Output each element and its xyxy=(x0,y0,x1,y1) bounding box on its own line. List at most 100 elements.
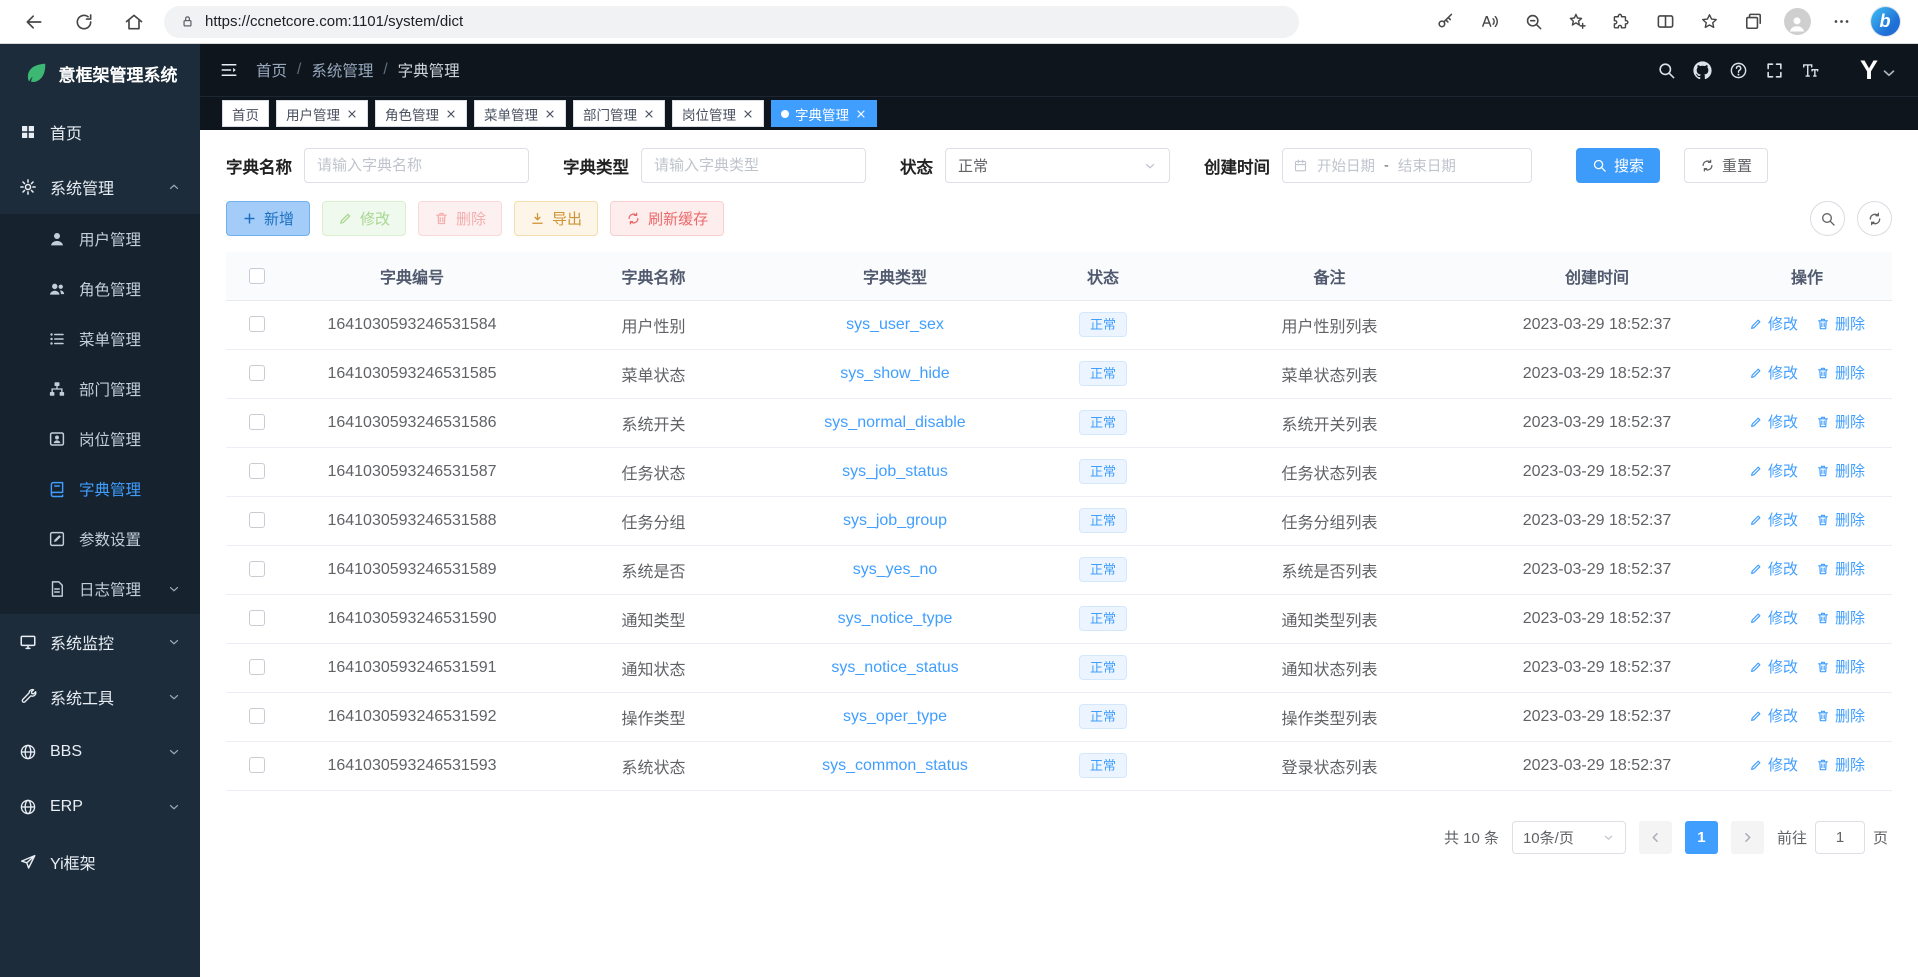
sidebar-item-menu-mgmt[interactable]: 菜单管理 xyxy=(0,314,200,364)
zoom-button[interactable] xyxy=(1514,5,1552,39)
sidebar-item-yi-framework[interactable]: Yi框架 xyxy=(0,834,200,889)
dict-type-link[interactable]: sys_job_group xyxy=(843,512,947,529)
home-button[interactable] xyxy=(114,4,154,40)
sidebar-item-dept-mgmt[interactable]: 部门管理 xyxy=(0,364,200,414)
sidebar-item-log-mgmt[interactable]: 日志管理 xyxy=(0,564,200,614)
dict-type-link[interactable]: sys_normal_disable xyxy=(824,414,965,431)
edit-row-button[interactable]: 修改 xyxy=(1749,705,1798,726)
row-checkbox[interactable] xyxy=(249,708,265,724)
read-aloud-button[interactable] xyxy=(1470,5,1508,39)
sidebar-item-system-monitor[interactable]: 系统监控 xyxy=(0,614,200,669)
dict-type-link[interactable]: sys_notice_status xyxy=(831,659,958,676)
dict-type-link[interactable]: sys_job_status xyxy=(842,463,948,480)
delete-row-button[interactable]: 删除 xyxy=(1816,607,1865,628)
font-size-button[interactable] xyxy=(1794,54,1828,86)
tab-user-mgmt[interactable]: 用户管理 xyxy=(276,100,368,127)
profile-button[interactable] xyxy=(1778,5,1816,39)
sidebar-item-system-tools[interactable]: 系统工具 xyxy=(0,669,200,724)
page-size-select[interactable]: 10条/页 xyxy=(1512,821,1626,854)
current-page-button[interactable]: 1 xyxy=(1685,821,1718,854)
row-checkbox[interactable] xyxy=(249,512,265,528)
delete-button[interactable]: 删除 xyxy=(418,201,502,236)
delete-row-button[interactable]: 删除 xyxy=(1816,460,1865,481)
github-button[interactable] xyxy=(1686,54,1720,86)
delete-row-button[interactable]: 删除 xyxy=(1816,754,1865,775)
sidebar-item-user-mgmt[interactable]: 用户管理 xyxy=(0,214,200,264)
sidebar-item-post-mgmt[interactable]: 岗位管理 xyxy=(0,414,200,464)
add-button[interactable]: 新增 xyxy=(226,201,310,236)
delete-row-button[interactable]: 删除 xyxy=(1816,411,1865,432)
dict-name-input[interactable] xyxy=(304,148,529,183)
prev-page-button[interactable] xyxy=(1639,821,1672,854)
tab-menu-mgmt[interactable]: 菜单管理 xyxy=(474,100,566,127)
edit-row-button[interactable]: 修改 xyxy=(1749,313,1798,334)
search-button[interactable]: 搜索 xyxy=(1576,148,1660,183)
date-range-picker[interactable]: 开始日期 - 结束日期 xyxy=(1282,148,1532,183)
tab-dict-mgmt[interactable]: 字典管理 xyxy=(771,100,877,127)
collections-button[interactable] xyxy=(1734,5,1772,39)
edit-row-button[interactable]: 修改 xyxy=(1749,754,1798,775)
question-button[interactable] xyxy=(1722,54,1756,86)
favorite-add-button[interactable] xyxy=(1558,5,1596,39)
export-button[interactable]: 导出 xyxy=(514,201,598,236)
reload-button[interactable] xyxy=(64,4,104,40)
edit-row-button[interactable]: 修改 xyxy=(1749,362,1798,383)
user-logo-menu[interactable]: Y xyxy=(1860,57,1898,84)
delete-row-button[interactable]: 删除 xyxy=(1816,558,1865,579)
delete-row-button[interactable]: 删除 xyxy=(1816,509,1865,530)
sidebar-item-role-mgmt[interactable]: 角色管理 xyxy=(0,264,200,314)
edit-row-button[interactable]: 修改 xyxy=(1749,509,1798,530)
reset-button[interactable]: 重置 xyxy=(1684,148,1768,183)
breadcrumb-item[interactable]: 系统管理 xyxy=(311,59,373,81)
dict-type-link[interactable]: sys_common_status xyxy=(822,757,968,774)
edit-row-button[interactable]: 修改 xyxy=(1749,656,1798,677)
sidebar-item-dict-mgmt[interactable]: 字典管理 xyxy=(0,464,200,514)
row-checkbox[interactable] xyxy=(249,316,265,332)
search-button[interactable] xyxy=(1650,54,1684,86)
back-button[interactable] xyxy=(14,4,54,40)
dict-type-link[interactable]: sys_notice_type xyxy=(838,610,953,627)
next-page-button[interactable] xyxy=(1731,821,1764,854)
app-logo[interactable]: 意框架管理系统 xyxy=(0,44,200,102)
breadcrumb-item[interactable]: 首页 xyxy=(256,59,287,81)
status-select[interactable]: 正常 xyxy=(945,148,1170,183)
row-checkbox[interactable] xyxy=(249,561,265,577)
tab-post-mgmt[interactable]: 岗位管理 xyxy=(672,100,764,127)
goto-page-input[interactable] xyxy=(1815,821,1865,854)
dict-type-link[interactable]: sys_user_sex xyxy=(846,316,944,333)
select-all-checkbox[interactable] xyxy=(249,268,265,284)
key-button[interactable] xyxy=(1426,5,1464,39)
edit-row-button[interactable]: 修改 xyxy=(1749,460,1798,481)
sidebar-item-erp[interactable]: ERP xyxy=(0,779,200,834)
more-options-button[interactable] xyxy=(1822,5,1860,39)
dict-type-link[interactable]: sys_show_hide xyxy=(840,365,949,382)
refresh-cache-button[interactable]: 刷新缓存 xyxy=(610,201,724,236)
hamburger-icon[interactable] xyxy=(220,61,238,79)
row-checkbox[interactable] xyxy=(249,659,265,675)
edit-row-button[interactable]: 修改 xyxy=(1749,607,1798,628)
row-checkbox[interactable] xyxy=(249,757,265,773)
tab-home[interactable]: 首页 xyxy=(222,100,269,127)
edit-row-button[interactable]: 修改 xyxy=(1749,558,1798,579)
refresh-table-button[interactable] xyxy=(1857,201,1892,236)
url-bar[interactable]: https://ccnetcore.com:1101/system/dict xyxy=(164,6,1299,38)
copilot-button[interactable]: b xyxy=(1866,5,1904,39)
favorites-bar-button[interactable] xyxy=(1690,5,1728,39)
edit-row-button[interactable]: 修改 xyxy=(1749,411,1798,432)
delete-row-button[interactable]: 删除 xyxy=(1816,313,1865,334)
split-screen-button[interactable] xyxy=(1646,5,1684,39)
row-checkbox[interactable] xyxy=(249,463,265,479)
sidebar-item-home[interactable]: 首页 xyxy=(0,104,200,159)
delete-row-button[interactable]: 删除 xyxy=(1816,656,1865,677)
row-checkbox[interactable] xyxy=(249,365,265,381)
dict-type-link[interactable]: sys_yes_no xyxy=(853,561,938,578)
delete-row-button[interactable]: 删除 xyxy=(1816,705,1865,726)
row-checkbox[interactable] xyxy=(249,610,265,626)
extensions-button[interactable] xyxy=(1602,5,1640,39)
sidebar-item-param-settings[interactable]: 参数设置 xyxy=(0,514,200,564)
tab-role-mgmt[interactable]: 角色管理 xyxy=(375,100,467,127)
dict-type-link[interactable]: sys_oper_type xyxy=(843,708,947,725)
sidebar-item-system-mgmt[interactable]: 系统管理 xyxy=(0,159,200,214)
sidebar-item-bbs[interactable]: BBS xyxy=(0,724,200,779)
edit-button[interactable]: 修改 xyxy=(322,201,406,236)
